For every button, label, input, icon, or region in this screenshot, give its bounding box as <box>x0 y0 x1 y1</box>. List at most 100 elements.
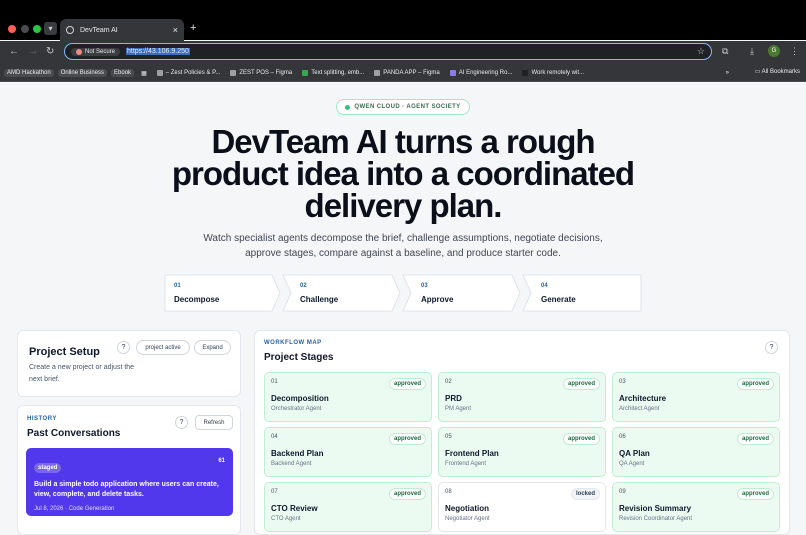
chevron-down-icon: ▾ <box>48 24 53 33</box>
bookmark-star-icon[interactable]: ☆ <box>697 46 705 57</box>
step-number: 01 <box>174 283 181 289</box>
bookmarks-bar: AMD Hackathon Online Business Ebook ▦ – … <box>0 65 806 82</box>
stage-card-decomposition[interactable]: 01 approved Decomposition Orchestrator A… <box>264 372 432 422</box>
status-badge: locked <box>570 488 600 500</box>
status-badge: approved <box>388 378 426 390</box>
bookmark-favicon-icon <box>302 70 309 76</box>
stage-agent: Revision Coordinator Agent <box>619 516 693 522</box>
status-badge: approved <box>736 433 774 445</box>
stage-card-revision-summary[interactable]: 09 approved Revision Summary Revision Co… <box>612 482 780 532</box>
hero-title: DevTeam AI turns a rough product idea in… <box>171 123 635 224</box>
bookmark-item[interactable]: Online Business <box>57 69 108 77</box>
bookmark-label: AI Engineering Ro... <box>458 70 513 76</box>
bookmark-item[interactable]: AMD Hackathon <box>4 69 54 77</box>
step-number: 04 <box>541 283 548 289</box>
close-tab-icon[interactable]: × <box>173 25 178 35</box>
bookmark-item[interactable]: AI Engineering Ro... <box>447 69 516 77</box>
stage-agent: Orchestrator Agent <box>271 406 322 412</box>
status-badge: approved <box>736 488 774 500</box>
history-eyebrow: HISTORY <box>27 416 57 422</box>
bookmark-item[interactable]: ZEST POS – Figma <box>227 69 295 77</box>
stage-card-qa-plan[interactable]: 06 approved QA Plan QA Agent <box>612 427 780 477</box>
step-approve[interactable]: 03 Approve <box>411 274 521 312</box>
address-bar[interactable]: Not Secure https://43.106.9.250 ☆ <box>64 43 712 60</box>
conversation-item[interactable]: staged 61 Build a simple todo applicatio… <box>26 448 233 516</box>
status-badge: approved <box>388 433 426 445</box>
bookmark-item[interactable]: Ebook <box>111 69 135 77</box>
bookmark-favicon-icon <box>449 70 456 76</box>
minimize-window-button[interactable] <box>21 25 29 33</box>
project-setup-title: Project Setup <box>29 346 100 358</box>
stage-agent: PM Agent <box>445 406 472 412</box>
status-badge: approved <box>736 378 774 390</box>
stage-card-frontend-plan[interactable]: 05 approved Frontend Plan Frontend Agent <box>438 427 606 477</box>
step-number: 03 <box>421 283 428 289</box>
bookmark-item[interactable]: Text splitting, emb... <box>299 69 367 77</box>
stage-agent: QA Agent <box>619 461 645 467</box>
help-icon[interactable]: ? <box>765 341 778 354</box>
stage-card-backend-plan[interactable]: 04 approved Backend Plan Backend Agent <box>264 427 432 477</box>
stage-agent: Negotiator Agent <box>445 516 490 522</box>
hero-subtitle: Watch specialist agents decompose the br… <box>203 233 603 259</box>
step-decompose[interactable]: 01 Decompose <box>164 274 280 312</box>
status-badge: approved <box>562 433 600 445</box>
status-dot-icon <box>345 104 351 110</box>
step-label: Approve <box>421 295 454 304</box>
refresh-button[interactable]: Refresh <box>195 415 233 430</box>
expand-button[interactable]: Expand <box>194 340 231 355</box>
step-challenge[interactable]: 02 Challenge <box>290 274 400 312</box>
browser-tab[interactable]: DevTeam AI × <box>60 19 184 41</box>
apps-grid-icon[interactable]: ▦ <box>138 69 150 78</box>
workflow-steps: 01 Decompose 02 Challenge 03 Approve 04 … <box>164 274 642 312</box>
bookmark-label: ZEST POS – Figma <box>239 70 293 76</box>
bookmark-favicon-icon <box>522 70 529 76</box>
extensions-icon[interactable]: ⧉ <box>722 46 728 57</box>
stage-name: Backend Plan <box>271 449 324 458</box>
figma-icon <box>374 70 381 76</box>
stage-name: PRD <box>445 394 462 403</box>
stage-name: CTO Review <box>271 504 318 513</box>
project-setup-card: Project Setup Create a new project or ad… <box>17 330 241 397</box>
maximize-window-button[interactable] <box>33 25 41 33</box>
security-indicator[interactable]: Not Secure <box>71 47 121 56</box>
status-badge: approved <box>562 378 600 390</box>
back-arrow-icon[interactable]: ← <box>9 46 19 57</box>
reload-icon[interactable]: ↻ <box>46 46 54 57</box>
close-window-button[interactable] <box>8 25 16 33</box>
all-bookmarks-button[interactable]: ▭ All Bookmarks <box>755 68 800 75</box>
help-icon[interactable]: ? <box>117 341 130 354</box>
profile-avatar[interactable]: G <box>768 45 780 57</box>
tab-search-button[interactable]: ▾ <box>44 22 57 35</box>
url-text[interactable]: https://43.106.9.250 <box>126 48 190 55</box>
folder-icon: ▭ <box>754 69 762 75</box>
workflow-title: Project Stages <box>264 352 334 363</box>
conversation-meta: Jul 8, 2026 · Code Generation <box>34 506 115 512</box>
step-label: Decompose <box>174 295 220 304</box>
step-number: 02 <box>300 283 307 289</box>
step-label: Challenge <box>300 295 339 304</box>
new-tab-button[interactable]: + <box>190 22 196 34</box>
stage-card-prd[interactable]: 02 approved PRD PM Agent <box>438 372 606 422</box>
bookmark-item[interactable]: PANDA APP – Figma <box>371 69 442 77</box>
step-generate[interactable]: 04 Generate <box>531 274 641 312</box>
stage-card-negotiation[interactable]: 08 locked Negotiation Negotiator Agent <box>438 482 606 532</box>
stage-card-architecture[interactable]: 03 approved Architecture Architect Agent <box>612 372 780 422</box>
browser-menu-icon[interactable]: ⋮ <box>790 46 799 57</box>
forward-arrow-icon[interactable]: → <box>28 46 38 57</box>
stage-card-cto-review[interactable]: 07 approved CTO Review CTO Agent <box>264 482 432 532</box>
history-title: Past Conversations <box>27 428 121 439</box>
download-icon[interactable]: ⤓ <box>750 46 754 57</box>
bookmark-item[interactable]: Work remotely wit... <box>519 69 587 77</box>
more-bookmarks-button[interactable]: » <box>723 69 732 77</box>
project-setup-description: Create a new project or adjust the next … <box>29 364 135 383</box>
stage-name: Frontend Plan <box>445 449 499 458</box>
hero-badge-label: QWEN CLOUD · AGENT SOCIETY <box>354 104 461 110</box>
all-bookmarks-label: All Bookmarks <box>761 69 800 75</box>
status-badge: approved <box>388 488 426 500</box>
stage-name: Negotiation <box>445 504 489 513</box>
bookmark-item[interactable]: – Zest Policies & P... <box>154 69 224 77</box>
stage-agent: CTO Agent <box>271 516 301 522</box>
help-icon[interactable]: ? <box>175 416 188 429</box>
stage-name: Revision Summary <box>619 504 692 513</box>
stage-name: Decomposition <box>271 394 329 403</box>
